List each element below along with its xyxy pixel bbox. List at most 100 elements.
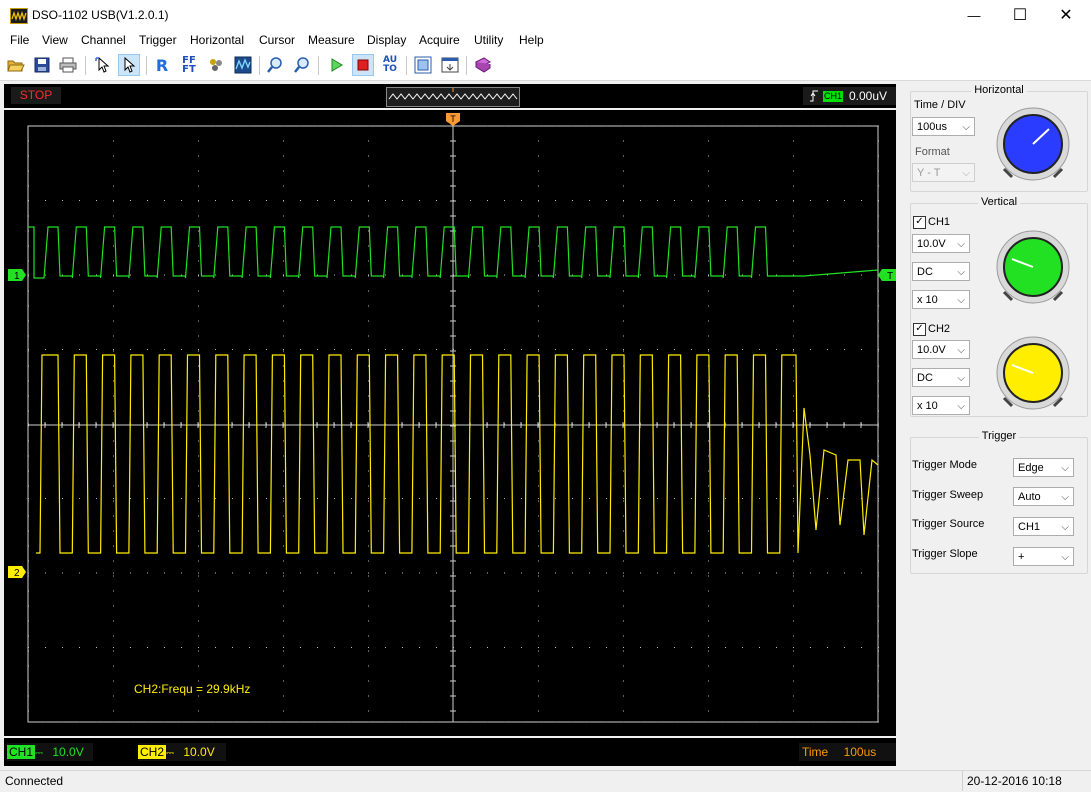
fft-icon[interactable]: FF FT <box>178 54 200 76</box>
menu-view[interactable]: View <box>42 33 68 47</box>
auto-icon[interactable]: AU TO <box>379 54 401 76</box>
time-info[interactable]: Time 100us <box>799 743 896 761</box>
ch1-coupling-select[interactable]: DC ⌵ <box>912 262 970 281</box>
ch2-coupling-select[interactable]: DC ⌵ <box>912 368 970 387</box>
app-icon <box>10 8 28 24</box>
window-title: DSO-1102 USB(V1.2.0.1) <box>32 8 169 22</box>
trigger-source-select[interactable]: CH1 ⌵ <box>1013 517 1074 536</box>
menu-trigger[interactable]: Trigger <box>139 33 177 47</box>
zoom-in-icon[interactable] <box>264 54 286 76</box>
ch1-checkbox[interactable]: ✓ <box>913 216 926 229</box>
title-bar: DSO-1102 USB(V1.2.0.1) — ☐ ✕ <box>0 0 1091 30</box>
trigger-sweep-value: Auto <box>1018 491 1041 503</box>
minimize-icon: — <box>967 7 981 23</box>
connection-status: Connected <box>5 774 64 788</box>
ch1-coupling-value: DC <box>917 266 933 278</box>
minimize-button[interactable]: — <box>951 0 997 30</box>
menu-help[interactable]: Help <box>519 33 544 47</box>
trigger-source-value: CH1 <box>1018 521 1041 533</box>
chevron-down-icon: ⌵ <box>957 345 965 356</box>
menu-utility[interactable]: Utility <box>474 33 503 47</box>
chevron-down-icon: ⌵ <box>957 267 965 278</box>
ch1-volts-select[interactable]: 10.0V ⌵ <box>912 234 970 253</box>
menu-channel[interactable]: Channel <box>81 33 126 47</box>
ch1-label: CH1 <box>928 216 951 228</box>
trigger-marker-label: T <box>450 114 456 124</box>
trigger-source-label: Trigger Source <box>912 518 985 530</box>
ch1-probe-select[interactable]: x 10 ⌵ <box>912 290 970 309</box>
run-state-indicator[interactable]: STOP <box>11 87 61 104</box>
close-button[interactable]: ✕ <box>1043 0 1089 30</box>
format-select: Y - T ⌵ <box>912 163 975 182</box>
ch1-probe-value: x 10 <box>917 294 938 306</box>
trigger-mode-select[interactable]: Edge ⌵ <box>1013 458 1074 477</box>
rising-edge-icon <box>810 90 818 102</box>
menu-file[interactable]: File <box>10 33 29 47</box>
trigger-level-value: 0.00uV <box>849 89 888 103</box>
save-icon[interactable] <box>31 54 53 76</box>
print-icon[interactable] <box>57 54 79 76</box>
scope-screen[interactable]: T 1 2 T CH2:Frequ = 29.9kHz <box>4 110 896 736</box>
trigger-readout: CH1 0.00uV <box>803 87 896 105</box>
horizontal-title: Horizontal <box>971 84 1027 96</box>
ch2-volts: 10.0V <box>183 745 215 759</box>
ch1-volts-value: 10.0V <box>917 238 946 250</box>
ch2-probe-value: x 10 <box>917 400 938 412</box>
ch2-volts-select[interactable]: 10.0V ⌵ <box>912 340 970 359</box>
ch2-volts-knob[interactable] <box>994 336 1072 414</box>
time-div-select[interactable]: 100us ⌵ <box>912 117 975 136</box>
export-icon[interactable] <box>439 54 461 76</box>
ch1-volts-knob[interactable] <box>994 230 1072 308</box>
chevron-down-icon: ⌵ <box>957 295 965 306</box>
ch2-checkbox[interactable]: ✓ <box>913 323 926 336</box>
dc-coupling-icon: ⎓ <box>35 748 43 759</box>
datetime: 20-12-2016 10:18 <box>962 771 1090 791</box>
trigger-channel-tag: CH1 <box>823 91 844 102</box>
ch1-info[interactable]: CH1 ⎓ 10.0V <box>7 743 93 761</box>
menu-display[interactable]: Display <box>367 33 406 47</box>
waveform-icon[interactable] <box>232 54 254 76</box>
chevron-down-icon: ⌵ <box>962 168 970 179</box>
close-icon: ✕ <box>1059 7 1073 24</box>
ch2-coupling-value: DC <box>917 372 933 384</box>
menu-acquire[interactable]: Acquire <box>419 33 460 47</box>
maximize-button[interactable]: ☐ <box>997 0 1043 30</box>
pointer-icon[interactable] <box>118 54 140 76</box>
chevron-down-icon: ⌵ <box>1061 492 1069 503</box>
time-label: Time <box>802 745 829 759</box>
format-label: Format <box>915 146 950 158</box>
menu-horizontal[interactable]: Horizontal <box>190 33 244 47</box>
time-value: 100us <box>843 745 877 759</box>
ch1-tag: CH1 <box>7 745 36 759</box>
scope-display: T 1 2 T CH2:Frequ = 29.9kHz <box>8 113 896 723</box>
capture-icon[interactable] <box>412 54 434 76</box>
ch2-probe-select[interactable]: x 10 ⌵ <box>912 396 970 415</box>
ref-icon[interactable]: R <box>151 54 173 76</box>
trigger-slope-select[interactable]: + ⌵ <box>1013 547 1074 566</box>
control-panel: Horizontal Time / DIV 100us ⌵ Format Y - … <box>903 82 1089 770</box>
ch2-tag: CH2 <box>138 745 167 759</box>
trigger-sweep-select[interactable]: Auto ⌵ <box>1013 487 1074 506</box>
open-icon[interactable] <box>5 54 27 76</box>
waveform-overview <box>386 87 520 107</box>
select-arrow-icon[interactable] <box>92 54 114 76</box>
trigger-sweep-label: Trigger Sweep <box>912 489 984 501</box>
ch2-volts-value: 10.0V <box>917 344 946 356</box>
time-div-label: Time / DIV <box>914 99 966 111</box>
channel-info-bar: CH1 ⎓ 10.0V CH2 ⎓ 10.0V Time 100us <box>4 738 896 766</box>
ch1-volts: 10.0V <box>52 745 84 759</box>
trigger-title: Trigger <box>978 430 1020 442</box>
ch2-info[interactable]: CH2 ⎓ 10.0V <box>138 743 226 761</box>
timebase-knob[interactable] <box>994 107 1072 185</box>
run-icon[interactable] <box>325 54 347 76</box>
math-icon[interactable] <box>205 54 227 76</box>
menu-cursor[interactable]: Cursor <box>259 33 295 47</box>
dc-coupling-icon: ⎓ <box>166 748 174 759</box>
stop-icon[interactable] <box>352 54 374 76</box>
chevron-down-icon: ⌵ <box>957 239 965 250</box>
chevron-down-icon: ⌵ <box>1061 463 1069 474</box>
trigger-mode-value: Edge <box>1018 462 1044 474</box>
menu-measure[interactable]: Measure <box>308 33 355 47</box>
zoom-out-icon[interactable] <box>291 54 313 76</box>
book-icon[interactable] <box>472 54 494 76</box>
